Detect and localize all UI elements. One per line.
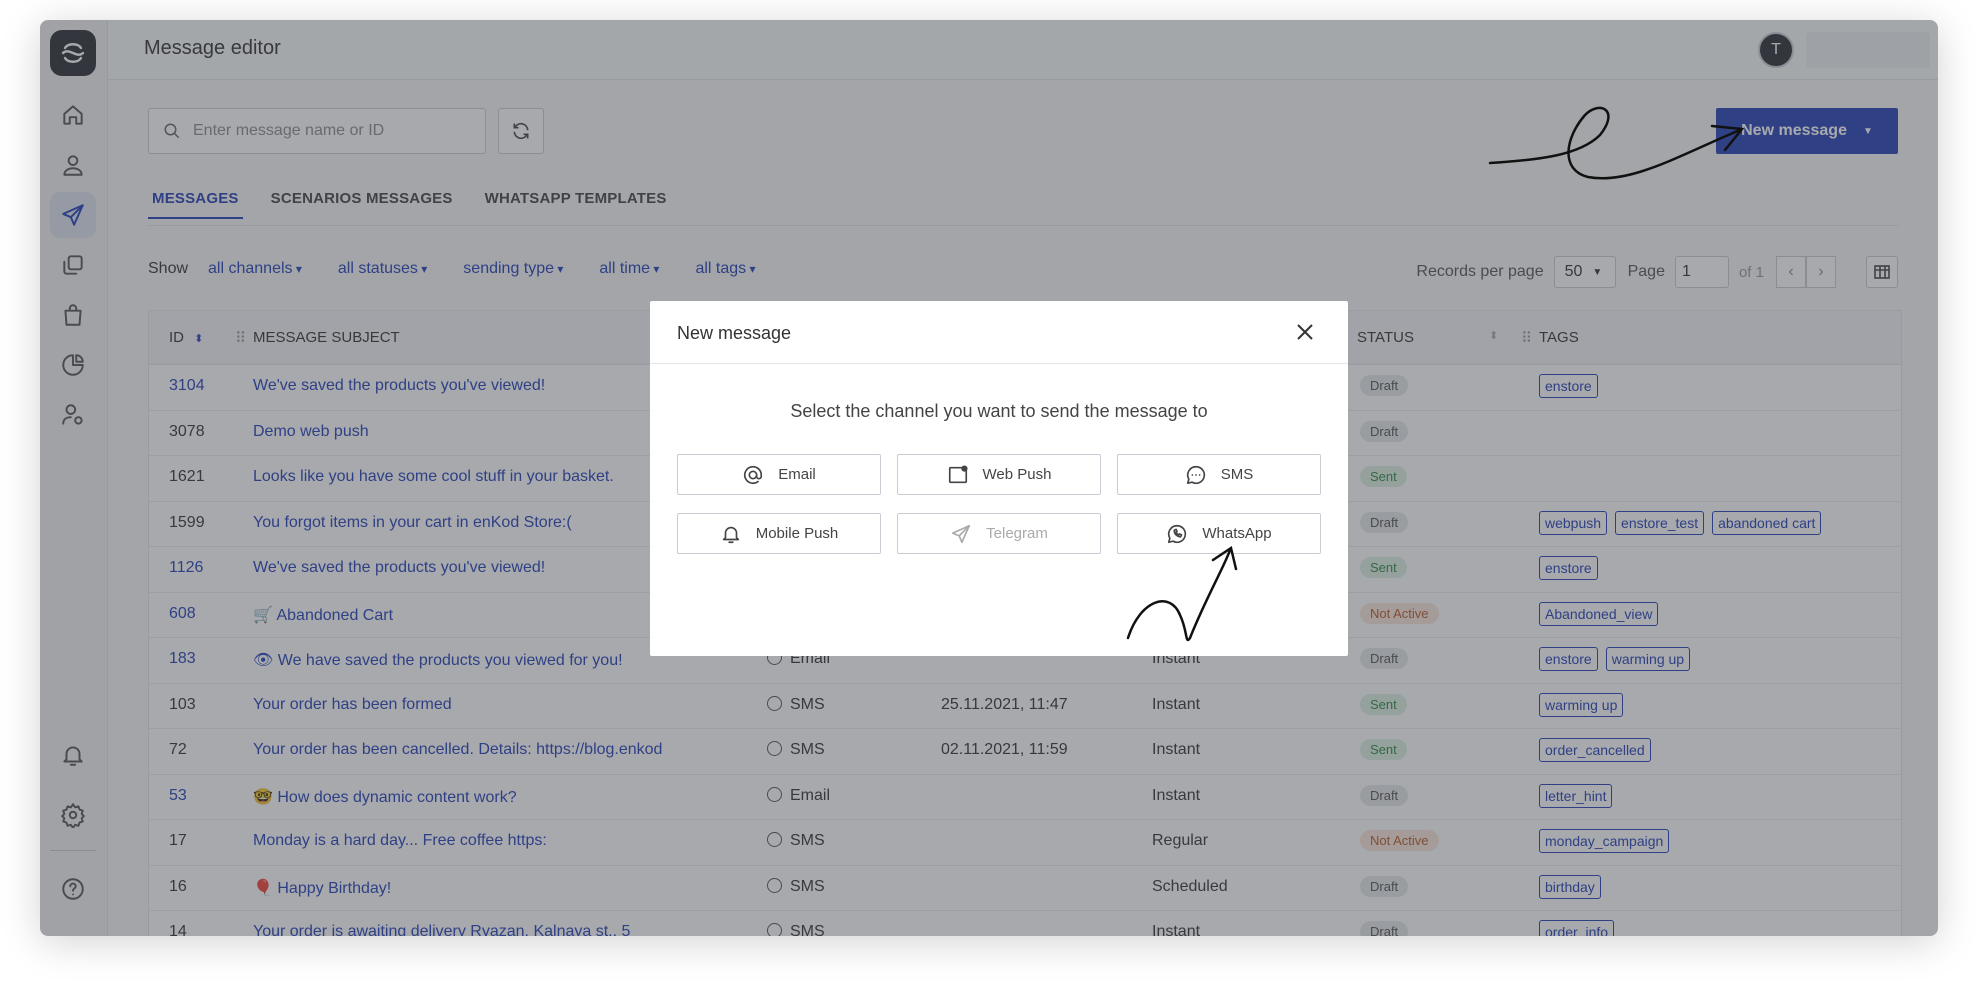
at-icon <box>744 465 763 484</box>
channel-web-push-button[interactable]: Web Push <box>897 454 1101 495</box>
channel-label: SMS <box>1220 466 1254 483</box>
close-icon <box>1297 324 1313 340</box>
chat-bubble-icon <box>1186 465 1205 484</box>
channel-mobile-push-button[interactable]: Mobile Push <box>677 513 881 554</box>
channel-label: Mobile Push <box>755 525 839 542</box>
telegram-icon <box>952 524 971 543</box>
channel-label: WhatsApp <box>1202 525 1272 542</box>
channel-whatsapp-button[interactable]: WhatsApp <box>1117 513 1321 554</box>
new-message-modal: New message Select the channel you want … <box>650 301 1348 656</box>
modal-header: New message <box>650 301 1348 364</box>
close-button[interactable] <box>1292 319 1318 345</box>
modal-title: New message <box>677 323 792 343</box>
web-push-icon <box>948 464 968 483</box>
channel-email-button[interactable]: Email <box>677 454 881 495</box>
whatsapp-icon <box>1168 524 1187 543</box>
app-window: Message editor T Enter message name or I… <box>40 20 1938 936</box>
modal-prompt: Select the channel you want to send the … <box>790 401 1208 421</box>
channel-label: Web Push <box>982 466 1052 483</box>
channel-label: Telegram <box>986 525 1048 542</box>
bell-icon <box>722 526 739 543</box>
channel-sms-button[interactable]: SMS <box>1117 454 1321 495</box>
channel-label: Email <box>778 466 816 483</box>
channel-telegram-button: Telegram <box>897 513 1101 554</box>
